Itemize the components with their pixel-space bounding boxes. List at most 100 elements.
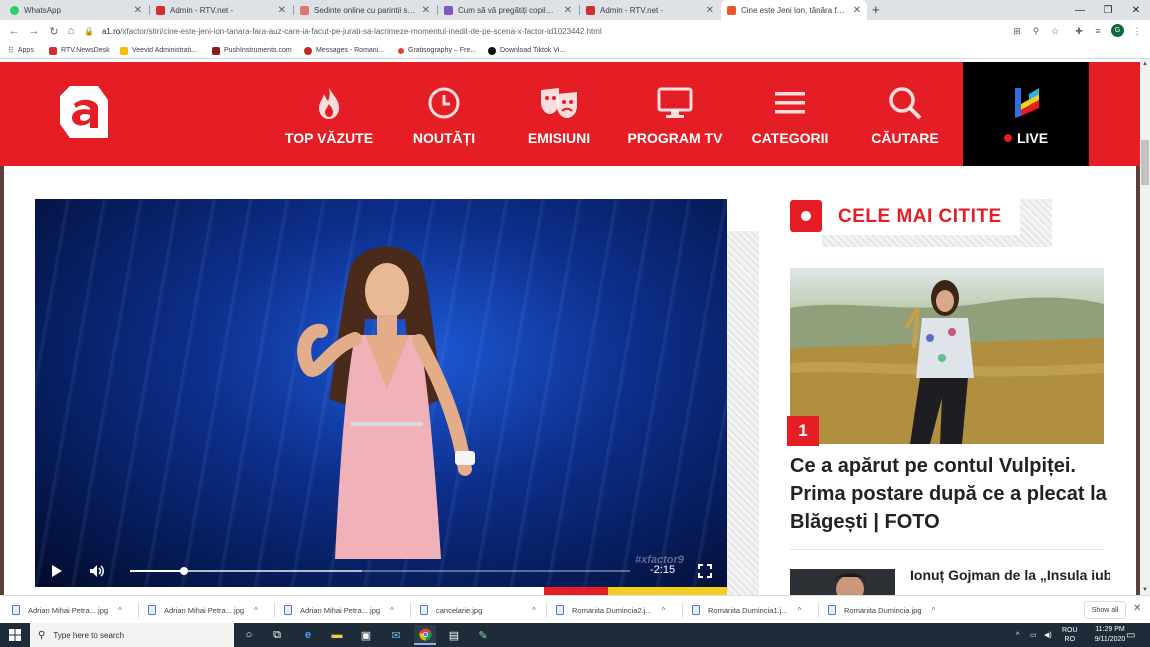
download-item[interactable]: Adrian Mihai Petra....jpg ^ — [148, 602, 258, 618]
scroll-down-arrow-icon[interactable]: ▼ — [1140, 585, 1150, 595]
site-icon — [300, 5, 309, 15]
show-all-button[interactable]: Show all — [1084, 601, 1126, 619]
hatched-decoration — [727, 231, 759, 595]
tab-admin-rtv[interactable]: Admin - RTV.net - ✕ — [150, 0, 292, 20]
tray-chevron-up-icon[interactable]: ^ — [1016, 623, 1019, 647]
chevron-up-icon[interactable]: ^ — [662, 606, 666, 615]
bookmark-apps[interactable]: ⠿ Apps — [8, 44, 34, 57]
zoom-icon[interactable]: ⚲ — [1029, 24, 1043, 38]
extensions-puzzle-icon[interactable]: ✚ — [1072, 24, 1086, 38]
chevron-up-icon[interactable]: ^ — [532, 606, 536, 615]
taskbar-search-input[interactable]: ⚲ Type here to search — [30, 623, 234, 647]
bookmark-tiktok[interactable]: Download Tiktok Vi... — [488, 44, 565, 57]
nav-cautare[interactable]: CĂUTARE — [855, 62, 955, 166]
tab-admin-rtv-2[interactable]: Admin - RTV.net - ✕ — [580, 0, 720, 20]
download-item[interactable]: Romanita Dumincia2.j... ^ — [556, 602, 665, 618]
minimize-button[interactable]: — — [1066, 0, 1094, 20]
store-icon[interactable]: ▣ — [355, 625, 377, 645]
download-item[interactable]: Adrian Mihai Petra....jpg ^ — [284, 602, 394, 618]
maximize-button[interactable]: ❐ — [1094, 0, 1122, 20]
notifications-icon[interactable]: ▭ — [1126, 623, 1135, 647]
antena1-logo[interactable] — [56, 82, 112, 142]
chevron-up-icon[interactable]: ^ — [390, 606, 394, 615]
scrollbar-thumb[interactable] — [1141, 140, 1149, 185]
nav-program-tv[interactable]: PROGRAM TV — [620, 62, 730, 166]
close-icon[interactable]: ✕ — [1133, 603, 1141, 614]
chevron-up-icon[interactable]: ^ — [254, 606, 258, 615]
antena1-icon — [727, 5, 736, 15]
url-path: /xfactor/stiri/cine-este-jeni-ion-tanara… — [120, 26, 602, 36]
volume-button[interactable] — [87, 561, 107, 581]
chrome-icon[interactable] — [414, 625, 436, 645]
nav-categorii[interactable]: CATEGORII — [740, 62, 840, 166]
scroll-up-arrow-icon[interactable]: ▲ — [1140, 59, 1150, 69]
download-filename: Adrian Mihai Petra....jpg — [300, 605, 381, 615]
file-explorer-icon[interactable]: ▬ — [326, 625, 348, 645]
close-icon[interactable]: ✕ — [564, 5, 572, 16]
language-indicator[interactable]: ROU RO — [1062, 623, 1078, 647]
article-image-1[interactable] — [790, 268, 1104, 444]
reading-list-icon[interactable]: ≡ — [1091, 24, 1105, 38]
download-filename: cancelarie.jpg — [436, 605, 483, 615]
close-window-button[interactable]: ✕ — [1122, 0, 1150, 20]
close-icon[interactable]: ✕ — [278, 5, 286, 16]
download-item[interactable]: cancelarie.jpg ^ — [420, 602, 540, 618]
time-remaining: -2:15 — [650, 564, 676, 576]
nav-top-vazute[interactable]: TOP VĂZUTE — [279, 62, 379, 166]
app-window-icon[interactable]: ▤ — [443, 625, 465, 645]
tab-cine-este-jeni-ion[interactable]: Cine este Jeni Ion, tânăra fără au ✕ — [721, 0, 867, 20]
chevron-up-icon[interactable]: ^ — [118, 606, 122, 615]
close-icon[interactable]: ✕ — [853, 5, 861, 16]
network-icon[interactable]: ▭ — [1030, 623, 1037, 647]
profile-avatar[interactable]: G — [1111, 24, 1124, 37]
bookmark-pushinstruments[interactable]: PushInstruments.com — [212, 44, 292, 57]
play-button[interactable] — [47, 561, 67, 581]
video-controls: -2:15 — [35, 555, 727, 587]
download-item[interactable]: Adrian Mihai Petra....jpg ^ — [12, 602, 122, 618]
article-headline-2[interactable]: Ionuț Gojman de la „Insula iubirii”, de — [910, 565, 1110, 585]
back-button[interactable]: ← — [6, 23, 22, 39]
reload-button[interactable]: ↻ — [46, 23, 62, 39]
mail-icon[interactable]: ✉ — [385, 625, 407, 645]
bookmark-rtv-newsdesk[interactable]: RTV.NewsDesk — [49, 44, 110, 57]
tab-cum-sa-va-pregatiti[interactable]: Cum să vă pregătiți copilul pentr ✕ — [438, 0, 578, 20]
download-item[interactable]: Romanita Dumincia.jpg ^ — [828, 602, 935, 618]
chevron-up-icon[interactable]: ^ — [932, 606, 936, 615]
translate-icon[interactable]: ⊞ — [1010, 24, 1024, 38]
volume-icon[interactable]: ◀) — [1044, 623, 1052, 647]
bookmark-star-icon[interactable]: ☆ — [1048, 24, 1062, 38]
close-icon[interactable]: ✕ — [134, 5, 142, 16]
fullscreen-button[interactable] — [695, 561, 715, 581]
volume-icon — [90, 565, 104, 577]
bookmark-veevid[interactable]: Veevid Administrati... — [120, 44, 197, 57]
tab-whatsapp[interactable]: WhatsApp ✕ — [4, 0, 148, 20]
more-menu-icon[interactable]: ⋮ — [1130, 24, 1144, 38]
bookmark-messages[interactable]: Messages - Romani... — [304, 44, 384, 57]
nav-emisiuni[interactable]: EMISIUNI — [509, 62, 609, 166]
new-tab-button[interactable]: + — [872, 2, 880, 17]
close-icon[interactable]: ✕ — [422, 5, 430, 16]
address-bar[interactable]: 🔒 a1.ro/xfactor/stiri/cine-este-jeni-ion… — [84, 22, 1004, 40]
download-item[interactable]: Romanita Dumincia1.j... ^ — [692, 602, 801, 618]
seek-bar[interactable] — [130, 567, 630, 575]
video-player[interactable]: #xfactor9 -2:15 — [35, 199, 727, 587]
seek-handle[interactable] — [180, 567, 188, 575]
live-button[interactable]: LIVE — [963, 62, 1089, 166]
left-edge-background — [0, 166, 4, 595]
taskbar-clock[interactable]: 11:29 PM 9/11/2020 — [1090, 625, 1130, 645]
task-view-icon[interactable]: ⧉ — [266, 625, 288, 645]
start-button[interactable] — [0, 623, 30, 647]
article-headline-1[interactable]: Ce a apărut pe contul Vulpiței. Prima po… — [790, 452, 1110, 536]
home-button[interactable]: ⌂ — [63, 23, 79, 39]
article-image-2[interactable] — [790, 569, 895, 595]
nav-noutati[interactable]: NOUTĂȚI — [394, 62, 494, 166]
edge-browser-icon[interactable]: e — [297, 625, 319, 645]
paint-icon[interactable]: ✎ — [472, 625, 494, 645]
cortana-icon[interactable]: ○ — [238, 625, 260, 645]
tab-sedinte-online[interactable]: Sedinte online cu parintii si atrib ✕ — [294, 0, 436, 20]
chevron-up-icon[interactable]: ^ — [798, 606, 802, 615]
sidebar-title: CELE MAI CITITE — [822, 199, 1020, 235]
bookmark-gratisography[interactable]: Gratisography – Fre... — [398, 44, 476, 57]
close-icon[interactable]: ✕ — [706, 5, 714, 16]
forward-button[interactable]: → — [26, 23, 42, 39]
